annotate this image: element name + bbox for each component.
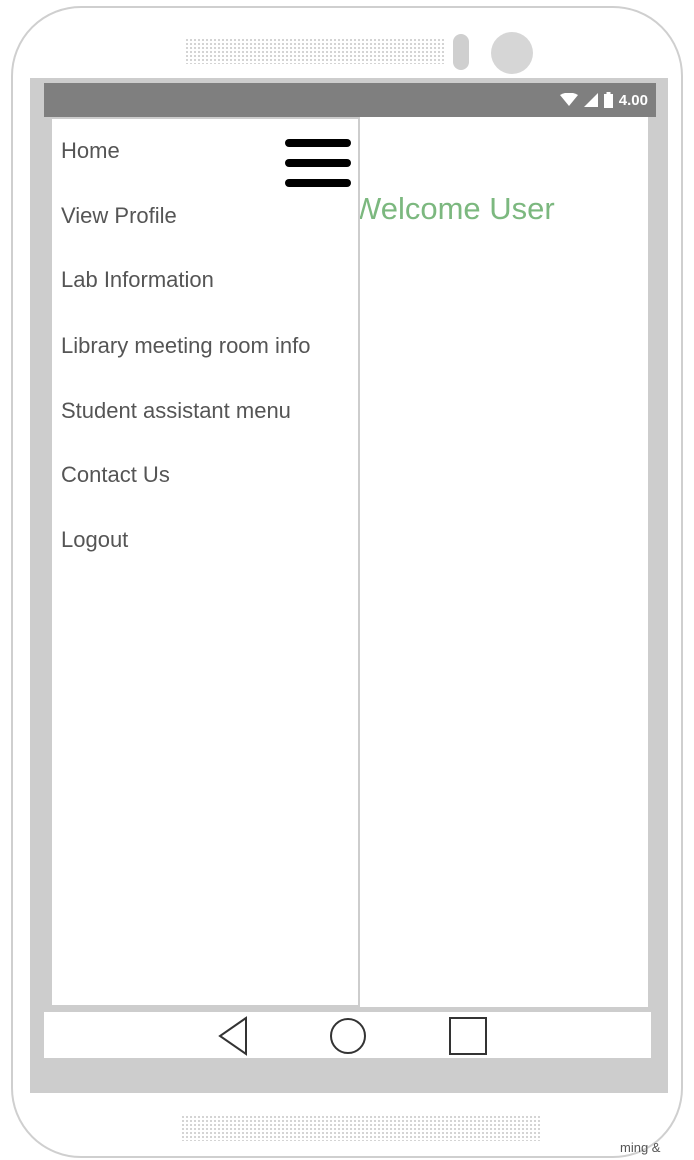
- drawer-item-home[interactable]: Home: [61, 138, 120, 164]
- signal-icon: [583, 93, 598, 107]
- drawer-item-contact-us[interactable]: Contact Us: [61, 462, 170, 488]
- welcome-heading: Welcome User: [352, 191, 555, 226]
- proximity-sensor: [453, 34, 469, 70]
- status-time: 4.00: [618, 91, 648, 109]
- drawer-item-logout[interactable]: Logout: [61, 527, 128, 553]
- battery-icon: [603, 92, 613, 108]
- drawer-item-lab-information[interactable]: Lab Information: [61, 267, 214, 293]
- front-camera: [491, 32, 533, 74]
- home-icon[interactable]: [326, 1016, 370, 1056]
- status-bar: 4.00: [44, 83, 656, 117]
- credit-text: ming &: [620, 1140, 661, 1155]
- drawer-item-library-meeting-room-info[interactable]: Library meeting room info: [61, 333, 310, 359]
- navigation-drawer: [50, 117, 360, 1007]
- top-speaker-grille: [185, 38, 445, 64]
- wifi-icon: [559, 93, 578, 106]
- back-icon[interactable]: [214, 1016, 258, 1056]
- bottom-speaker-grille: [181, 1115, 541, 1141]
- system-navigation-bar: [44, 1012, 651, 1058]
- drawer-item-student-assistant-menu[interactable]: Student assistant menu: [61, 398, 291, 424]
- hamburger-menu-icon[interactable]: [285, 139, 353, 191]
- drawer-item-view-profile[interactable]: View Profile: [61, 203, 177, 229]
- recents-icon[interactable]: [446, 1016, 490, 1056]
